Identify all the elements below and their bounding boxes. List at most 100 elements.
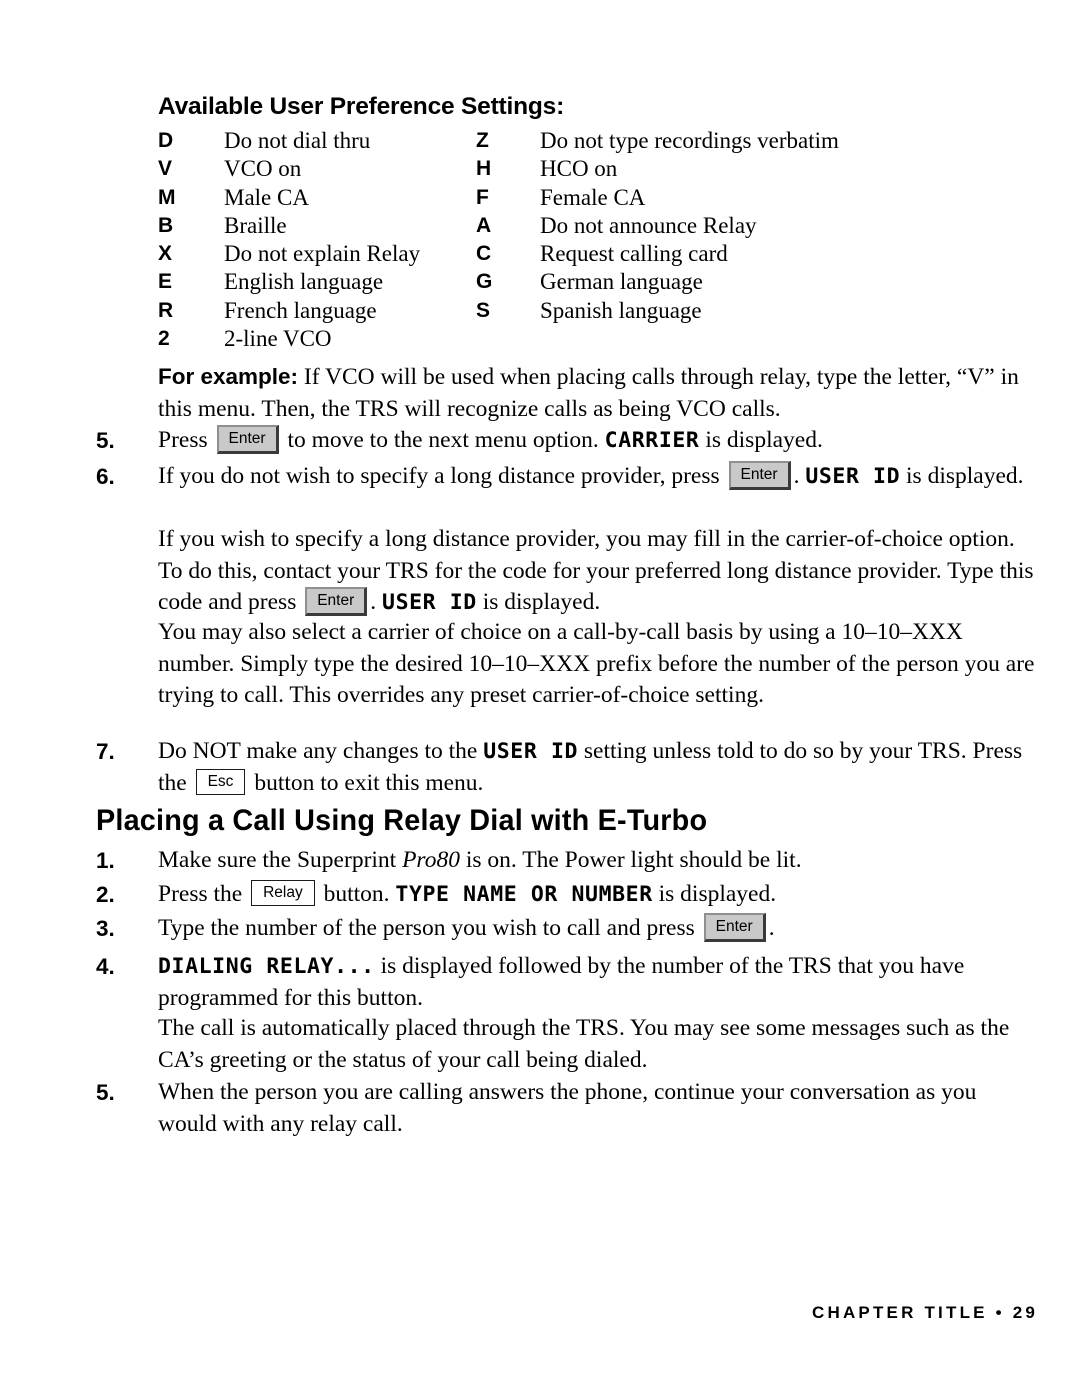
pref-code: C [476, 242, 492, 266]
pref-description: Male CA [224, 184, 309, 210]
step-number: 4. [96, 954, 115, 979]
step-text-part: Make sure the Superprint [158, 847, 403, 873]
step-text-part: . [793, 463, 806, 489]
pref-code: F [476, 185, 489, 209]
table-row: X Do not explain Relay C Request calling… [158, 240, 1038, 268]
pref-code: H [476, 157, 492, 181]
table-row: M Male CA F Female CA [158, 184, 1038, 212]
pref-code: 2 [158, 327, 170, 351]
pref-code: R [158, 298, 174, 322]
pref-description: Do not dial thru [224, 128, 371, 153]
list-item: 3. Type the number of the person you wis… [96, 913, 1038, 945]
table-row: R French language S Spanish language [158, 297, 1038, 325]
enter-key[interactable]: Enter [703, 913, 766, 942]
step-text-part: is displayed. [652, 881, 777, 907]
pref-code: A [476, 213, 492, 237]
table-row: E English language G German language [158, 268, 1038, 296]
enter-key[interactable]: Enter [305, 587, 368, 616]
paragraph-text-part: . [370, 589, 383, 615]
step-number: 3. [96, 916, 115, 941]
step-text: If you do not wish to specify a long dis… [158, 461, 1038, 493]
pref-code: S [476, 298, 491, 322]
list-item: 1. Make sure the Superprint Pro80 is on.… [96, 845, 1038, 877]
step-text-part: is on. The Power light should be lit. [459, 847, 802, 873]
display-text: TYPE NAME OR NUMBER [395, 882, 653, 907]
step-text: Make sure the Superprint Pro80 is on. Th… [158, 845, 1038, 877]
list-item: 4. DIALING RELAY... is displayed followe… [96, 951, 1038, 1014]
preference-settings-list: D Do not dial thru Z Do not type recordi… [158, 127, 1038, 353]
pref-description: Do not announce Relay [540, 212, 757, 238]
table-row: D Do not dial thru Z Do not type recordi… [158, 127, 1038, 155]
pref-code: Z [476, 129, 489, 152]
list-item: 7. Do NOT make any changes to the USER I… [96, 736, 1038, 799]
pref-description: 2-line VCO [224, 326, 332, 352]
display-text: CARRIER [604, 428, 700, 453]
page-title: Available User Preference Settings: [158, 93, 565, 120]
step-text-part: Do NOT make any changes to the [158, 738, 484, 764]
display-text: USER ID [382, 590, 477, 615]
pref-description: VCO on [224, 156, 302, 182]
step-text-part: If you do not wish to specify a long dis… [158, 463, 726, 489]
step-text: Press the Relay button. TYPE NAME OR NUM… [158, 879, 1038, 911]
pref-description: Do not type recordings verbatim [540, 128, 839, 153]
step-text-part: to move to the next menu option. [281, 427, 605, 453]
step-text-part: Type the number of the person you wish t… [158, 915, 701, 941]
step-text-part: button. [317, 881, 396, 907]
document-page: Available User Preference Settings: D Do… [0, 0, 1080, 1397]
step-number: 1. [96, 848, 115, 873]
display-text: USER ID [805, 464, 901, 489]
pref-code: V [158, 157, 173, 181]
carrier-choice-paragraph: If you wish to specify a long distance p… [158, 524, 1038, 619]
enter-key[interactable]: Enter [728, 461, 791, 490]
pref-code: X [158, 242, 173, 266]
step-text-part: Press [158, 427, 214, 453]
list-item: 2. Press the Relay button. TYPE NAME OR … [96, 879, 1038, 911]
paragraph-text-part: is displayed. [476, 589, 601, 615]
list-item: 5. When the person you are calling answe… [96, 1077, 1038, 1140]
step-number: 5. [96, 1080, 115, 1105]
relay-key[interactable]: Relay [251, 880, 315, 906]
esc-key[interactable]: Esc [195, 768, 246, 795]
product-name: Pro80 [402, 847, 460, 873]
section-heading: Placing a Call Using Relay Dial with E-T… [96, 804, 708, 837]
step-text: Do NOT make any changes to the USER ID s… [158, 736, 1038, 799]
step-text: When the person you are calling answers … [158, 1079, 977, 1137]
pref-description: Female CA [540, 184, 646, 210]
pref-description: Spanish language [540, 297, 702, 323]
pref-code: M [158, 185, 176, 209]
step-text-part: is displayed. [699, 427, 823, 453]
pref-description: English language [224, 269, 384, 295]
step-number: 5. [96, 428, 115, 453]
pref-code: B [158, 213, 174, 237]
pref-description: Braille [224, 212, 287, 238]
step-number: 2. [96, 882, 115, 907]
list-item: 6. If you do not wish to specify a long … [96, 461, 1038, 493]
pref-code: D [158, 129, 174, 152]
list-item: 5. Press Enter to move to the next menu … [96, 425, 1038, 457]
page-footer: CHAPTER TITLE • 29 [811, 1303, 1038, 1322]
pref-description: Request calling card [540, 241, 728, 267]
table-row: B Braille A Do not announce Relay [158, 212, 1038, 240]
display-text: DIALING RELAY... [158, 954, 375, 979]
pref-description: Do not explain Relay [224, 241, 421, 267]
step-text-part: is displayed. [900, 463, 1024, 489]
step-text-part: . [768, 915, 775, 941]
auto-place-paragraph: The call is automatically placed through… [158, 1015, 1010, 1073]
step-text-part: Press the [158, 881, 249, 907]
step-number: 7. [96, 739, 115, 764]
step-text: Press Enter to move to the next menu opt… [158, 425, 1038, 457]
pref-description: German language [540, 269, 703, 295]
table-row: V VCO on H HCO on [158, 155, 1038, 183]
for-example-label: For example: [158, 364, 299, 389]
pref-code: G [476, 270, 493, 294]
pref-description: HCO on [540, 156, 618, 182]
display-text: USER ID [483, 739, 579, 764]
step-text: DIALING RELAY... is displayed followed b… [158, 951, 1038, 1014]
for-example-paragraph: For example: If VCO will be used when pl… [158, 361, 1038, 425]
enter-key[interactable]: Enter [216, 425, 279, 454]
step-text: Type the number of the person you wish t… [158, 913, 1038, 945]
pref-description: French language [224, 297, 377, 323]
step-text-part: button to exit this menu. [248, 769, 484, 796]
pref-code: E [158, 270, 173, 294]
step-number: 6. [96, 464, 115, 489]
